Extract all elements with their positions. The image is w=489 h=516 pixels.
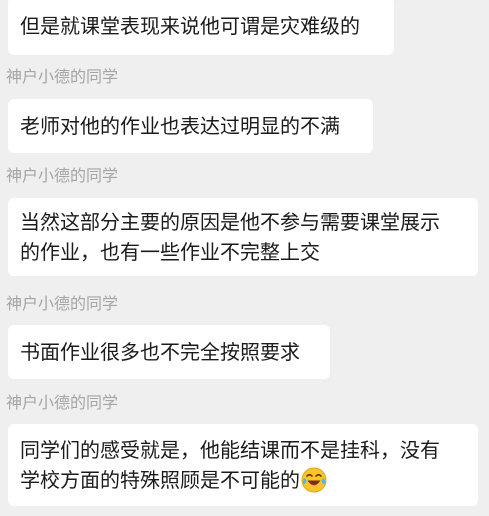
sender-name[interactable]: 神户小德的同学	[6, 294, 118, 314]
message-text: 当然这部分主要的原因是他不参与需要课堂展示	[20, 210, 440, 234]
message-text: 同学们的感受就是，他能结课而不是挂科，没有	[20, 438, 440, 462]
sender-name[interactable]: 神户小德的同学	[6, 393, 118, 413]
message-bubble[interactable]: 当然这部分主要的原因是他不参与需要课堂展示 的作业，也有一些作业不完整上交	[8, 198, 478, 276]
message-text: 学校方面的特殊照顾是不可能的	[20, 468, 300, 492]
message-text: 的作业，也有一些作业不完整上交	[20, 240, 320, 264]
sender-name[interactable]: 神户小德的同学	[6, 67, 118, 87]
sender-name[interactable]: 神户小德的同学	[6, 166, 118, 186]
message-text: 书面作业很多也不完全按照要求	[20, 340, 300, 364]
message-text: 但是就课堂表现来说他可谓是灾难级的	[20, 14, 360, 38]
message-bubble[interactable]: 同学们的感受就是，他能结课而不是挂科，没有 学校方面的特殊照顾是不可能的	[8, 424, 478, 506]
message-bubble[interactable]: 老师对他的作业也表达过明显的不满	[8, 99, 373, 153]
laughing-with-tears-emoji-icon	[301, 467, 327, 493]
message-bubble[interactable]: 但是就课堂表现来说他可谓是灾难级的	[8, 0, 394, 55]
chat-message-list[interactable]: 但是就课堂表现来说他可谓是灾难级的 神户小德的同学 老师对他的作业也表达过明显的…	[0, 0, 489, 516]
message-bubble[interactable]: 书面作业很多也不完全按照要求	[8, 325, 330, 379]
message-text: 老师对他的作业也表达过明显的不满	[20, 114, 340, 138]
message-text-line: 学校方面的特殊照顾是不可能的	[20, 465, 466, 495]
